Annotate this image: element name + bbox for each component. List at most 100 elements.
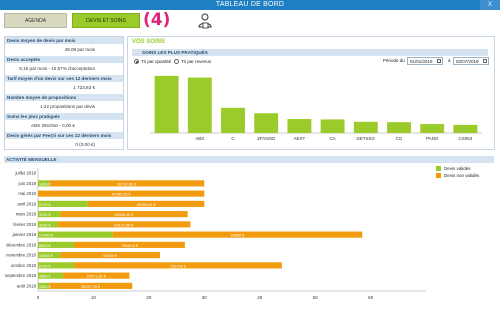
data-label-valides: 4850 € [39, 275, 52, 279]
bar-PANO [420, 124, 445, 133]
stat-label: Devis gérés par Fee@i sur ces 12 dernier… [5, 132, 123, 139]
date-to-value: 02/07/2019 [456, 59, 479, 64]
stat-label: Soins les plus pratiqués [5, 113, 123, 120]
y-tick-label: août 2018 [17, 283, 37, 288]
x-tick-label: ABS [195, 136, 204, 141]
date-from-input[interactable]: 01/01/2019 [407, 57, 443, 65]
activite-bar-chart: 0 10 20 30 40 50 60 juillet 2019 juin 2019 1406 €… [5, 168, 426, 300]
y-tick-label: décembre 2018 [6, 242, 36, 247]
y-tick-label: juin 2019 [18, 181, 37, 186]
window-title: TABLEAU DE BORD [215, 1, 285, 8]
stat-soins-pratiques: Soins les plus pratiqués ABS 2910/an - 0… [5, 113, 123, 132]
radio-dot [174, 59, 179, 64]
data-label-valides: 3250 € [39, 213, 52, 217]
stat-devis-acceptes: Devis acceptés 6,16 par mois - 15,57% d'… [5, 56, 123, 75]
soins-band: SOINS LES PLUS PRATIQUÉS [132, 49, 488, 56]
vos-soins-panel: VOS SOINS SOINS LES PLUS PRATIQUÉS Tri p… [127, 36, 495, 150]
stat-value: 1,22 propositions par devis [40, 104, 95, 109]
y-tick-label: novembre 2018 [6, 253, 36, 258]
data-label-valides: 17940 € [39, 234, 54, 238]
x-tick-label: C [231, 136, 235, 141]
bar-unnamed [154, 75, 179, 133]
data-label-non-valides: 47393,26 € [112, 193, 132, 197]
legend-label: Devis non validés [444, 173, 480, 178]
vos-soins-title: VOS SOINS [132, 39, 166, 45]
legend-item: Devis non validés [436, 172, 479, 179]
tab-agenda[interactable]: AGENDA [4, 13, 67, 28]
legend-item: Devis validés [436, 165, 479, 172]
stat-label: Devis acceptés [5, 56, 123, 63]
stat-value: 0 (0,00 €) [75, 142, 95, 147]
radio-tri-revenus[interactable]: Tri par revenus [174, 59, 211, 64]
stat-devis-par-mois: Devis moyen de devis par mois 48,08 par … [5, 37, 123, 56]
data-label-valides: 1330 € [39, 285, 52, 289]
activite-panel: 0 10 20 30 40 50 60 juillet 2019 juin 2019 1406 €… [4, 163, 494, 309]
x-tick-label: AEXT [294, 136, 306, 141]
stat-label: Devis moyen de devis par mois [5, 37, 123, 44]
bar-ZFANOD [254, 113, 279, 133]
data-label-non-valides: 45285,64 € [137, 203, 157, 207]
stat-propositions: Nombre moyen de propositions 1,22 propos… [5, 94, 123, 113]
stats-panel: Devis moyen de devis par mois 48,08 par … [4, 36, 124, 151]
radio-label: Tri par quantité [141, 59, 172, 64]
data-label-non-valides: 69055,35 € [114, 213, 134, 217]
data-label-non-valides: 28057,78 € [81, 285, 101, 289]
activite-band: ACTIVITÉ MENSUELLE [4, 156, 494, 163]
data-label-valides: 3250 € [39, 223, 52, 227]
bar-ABS [187, 77, 212, 133]
x-tick-label: 30 [202, 295, 208, 300]
x-tick-label: 50 [313, 295, 319, 300]
radio-label: Tri par revenus [181, 59, 212, 64]
y-tick-label: avril 2019 [17, 201, 36, 206]
data-label-valides: 12845 € [39, 254, 54, 258]
x-tick-label: PANO [426, 136, 439, 141]
data-label-non-valides: 55200 € [103, 254, 118, 258]
y-tick-label: mars 2019 [16, 212, 37, 217]
close-button[interactable]: X [480, 0, 500, 10]
data-label-valides: 8625 € [39, 244, 52, 248]
stat-value: 1 723,83 € [73, 85, 95, 90]
data-label-non-valides: 92880 € [231, 234, 246, 238]
bar-CA [320, 119, 345, 133]
tab-devis-et-soins[interactable]: DEVIS ET SOINS [72, 13, 140, 28]
data-label-non-valides: 38741,96 € [117, 182, 137, 186]
step-annotation: (4) [143, 10, 171, 30]
legend: Devis validés Devis non validés [436, 165, 479, 179]
stat-label: Nombre moyen de propositions [5, 94, 123, 101]
bar-CG [387, 122, 411, 133]
stat-value: 48,08 par mois [64, 47, 95, 52]
legend-swatch-valides [436, 166, 441, 171]
y-tick-label: octobre 2018 [11, 263, 37, 268]
stat-value: ABS 2910/an - 0,00 € [31, 123, 75, 128]
x-tick-label: DETSSG [357, 136, 376, 141]
data-label-non-valides: 135158 € [170, 264, 187, 268]
data-label-valides: 1406 € [39, 182, 52, 186]
date-to-input[interactable]: 02/07/2019 [453, 57, 489, 65]
stat-devis-feeai: Devis gérés par Fee@i sur ces 12 dernier… [5, 132, 123, 151]
date-from-value: 01/01/2019 [410, 59, 433, 64]
calendar-icon [483, 59, 487, 63]
y-tick-label: février 2019 [13, 222, 36, 227]
data-label-non-valides: 79083,6 € [121, 244, 139, 248]
x-tick-label: CA [329, 136, 335, 141]
data-label-valides: 6740 € [39, 264, 52, 268]
x-tick-label: 60 [368, 295, 374, 300]
calendar-icon [437, 59, 441, 63]
periode-label: Période du [383, 58, 405, 63]
user-settings-icon[interactable] [198, 13, 212, 29]
bar-AEXT [287, 119, 312, 133]
x-tick-label: 10 [91, 295, 97, 300]
y-tick-label: septembre 2018 [5, 273, 37, 278]
radio-tri-quantite[interactable]: Tri par quantité [134, 59, 171, 64]
y-tick-label: janvier 2019 [12, 232, 37, 237]
legend-swatch-non-valides [436, 173, 441, 178]
y-tick-label: mai 2019 [18, 191, 36, 196]
bar-C [221, 107, 245, 133]
stat-label: Tarif moyen d'un devis sur ces 12 dernie… [5, 75, 123, 82]
x-tick-label: CG [396, 136, 403, 141]
y-tick-label: juillet 2019 [14, 171, 36, 176]
stat-value: 6,16 par mois - 15,57% d'acceptation [19, 66, 95, 71]
data-label-valides: 5770 € [39, 203, 52, 207]
x-tick-label: 40 [257, 295, 263, 300]
data-label-non-valides: 22071,35 € [87, 275, 107, 279]
